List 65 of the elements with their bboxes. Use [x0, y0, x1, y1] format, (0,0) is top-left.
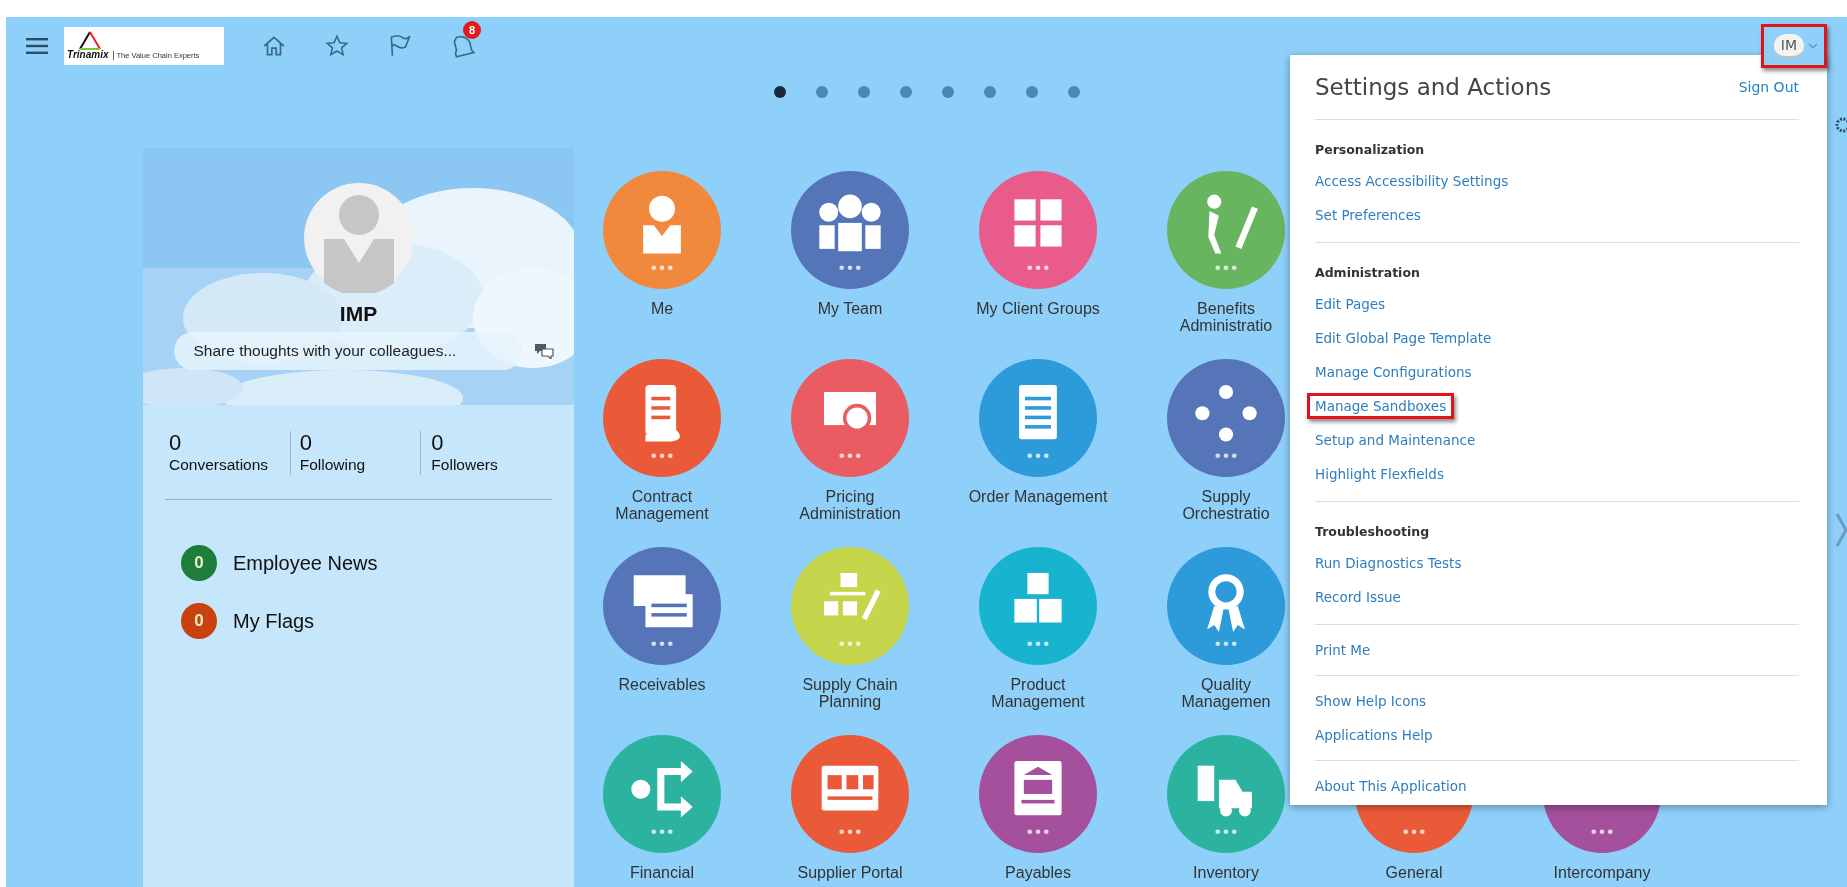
- section-heading: Personalization: [1315, 141, 1425, 157]
- menu-link[interactable]: Set Preferences: [1307, 202, 1429, 228]
- app-tile[interactable]: Contract Management: [603, 359, 721, 522]
- stat-count: 0: [299, 431, 313, 455]
- notification-badge: 8: [463, 21, 481, 39]
- page-dot[interactable]: [857, 86, 870, 98]
- menu-icon[interactable]: [26, 38, 48, 54]
- avatar-icon[interactable]: [303, 183, 414, 293]
- count-badge: 0: [181, 603, 217, 639]
- app-tile[interactable]: Financial: [603, 735, 721, 881]
- menu-link[interactable]: Show Help Icons: [1307, 688, 1435, 714]
- profile-link[interactable]: My Flags: [233, 609, 315, 633]
- profile-name: IMP: [339, 302, 378, 326]
- stat-count: 0: [169, 431, 183, 455]
- menu-link[interactable]: Access Accessibility Settings: [1307, 168, 1517, 194]
- page-dot[interactable]: [1067, 86, 1080, 98]
- app-tile[interactable]: Benefits Administratio: [1167, 171, 1285, 334]
- app-tile[interactable]: Supply Chain Planning: [791, 547, 909, 710]
- menu-link[interactable]: Print Me: [1307, 637, 1379, 663]
- profile-link[interactable]: Employee News: [233, 551, 378, 575]
- count-badge: 0: [181, 545, 217, 581]
- page-dot[interactable]: [941, 86, 954, 98]
- app-tile[interactable]: Supply Orchestratio: [1167, 359, 1285, 522]
- stat-label: Followers: [431, 455, 499, 475]
- logo-name: Trinamix: [67, 49, 109, 60]
- app-tile[interactable]: Supplier Portal: [791, 735, 909, 881]
- menu-link[interactable]: About This Application: [1307, 773, 1475, 799]
- stat-label: Following: [299, 455, 367, 475]
- menu-link[interactable]: Edit Pages: [1307, 291, 1394, 317]
- caret-icon: [1808, 43, 1818, 49]
- star-icon[interactable]: [324, 33, 350, 59]
- menu-link[interactable]: Applications Help: [1307, 722, 1441, 748]
- menu-link[interactable]: Run Diagnostics Tests: [1307, 550, 1470, 576]
- gear-icon[interactable]: [1833, 115, 1847, 135]
- menu-link[interactable]: Record Issue: [1307, 584, 1409, 610]
- app-tile[interactable]: My Team: [791, 171, 909, 317]
- app-tile[interactable]: My Client Groups: [976, 171, 1100, 317]
- sign-out-link[interactable]: Sign Out: [1738, 79, 1799, 95]
- app-tile[interactable]: Me: [603, 171, 721, 317]
- app-tile[interactable]: Order Management: [968, 359, 1108, 505]
- menu-link[interactable]: Manage Sandboxes: [1307, 393, 1455, 419]
- section-heading: Administration: [1315, 264, 1420, 280]
- app-tile[interactable]: Inventory: [1167, 735, 1285, 881]
- menu-link[interactable]: Edit Global Page Template: [1307, 325, 1500, 351]
- menu-title: Settings and Actions: [1315, 74, 1552, 100]
- menu-link[interactable]: Manage Configurations: [1307, 359, 1480, 385]
- section-heading: Troubleshooting: [1315, 523, 1430, 539]
- menu-link[interactable]: Setup and Maintenance: [1307, 427, 1484, 453]
- chat-icon[interactable]: [533, 343, 554, 359]
- app-tile[interactable]: Pricing Administration: [791, 359, 909, 522]
- page-dot[interactable]: [1025, 86, 1038, 98]
- app-tile[interactable]: Quality Managemen: [1167, 547, 1285, 710]
- page-dot[interactable]: [983, 86, 996, 98]
- page-dot[interactable]: [773, 86, 786, 98]
- chevron-icon[interactable]: [1835, 512, 1847, 548]
- menu-link[interactable]: Highlight Flexfields: [1307, 461, 1452, 487]
- page-dot[interactable]: [815, 86, 828, 98]
- user-menu-button[interactable]: IM: [1760, 24, 1827, 68]
- share-field[interactable]: Share thoughts with your colleagues...: [173, 332, 522, 370]
- app-tile[interactable]: Product Management: [979, 547, 1097, 710]
- stat-count: 0: [431, 431, 445, 455]
- app-tile[interactable]: Payables: [979, 735, 1097, 881]
- stat-label: Conversations: [169, 455, 270, 475]
- app-tile[interactable]: Receivables: [603, 547, 721, 693]
- page-dot[interactable]: [899, 86, 912, 98]
